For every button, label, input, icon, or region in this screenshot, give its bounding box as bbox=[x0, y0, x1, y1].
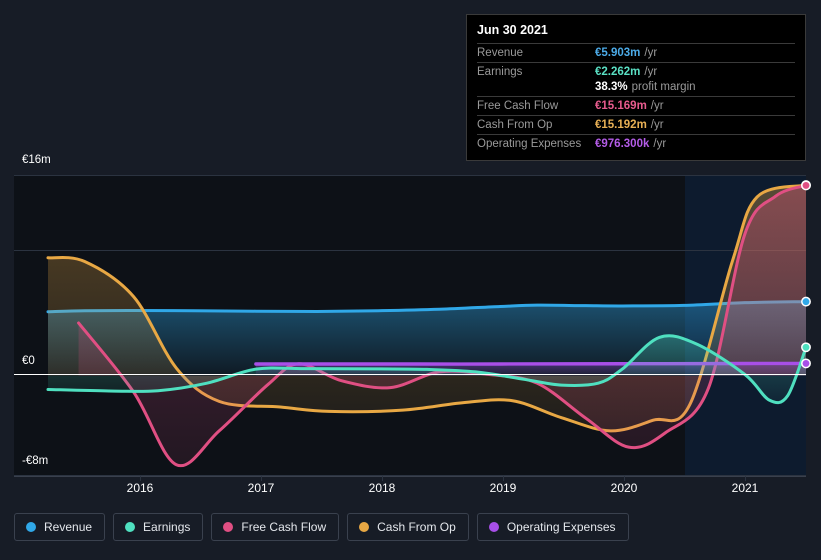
legend-item-revenue[interactable]: Revenue bbox=[14, 513, 106, 541]
chart-plot-area[interactable] bbox=[14, 175, 811, 476]
tooltip-value-profit-margin: 38.3% bbox=[595, 81, 628, 93]
chart-legend: Revenue Earnings Free Cash Flow Cash Fro… bbox=[14, 513, 629, 541]
legend-item-free-cash-flow[interactable]: Free Cash Flow bbox=[211, 513, 340, 541]
tooltip-label-operating-expenses: Operating Expenses bbox=[477, 138, 582, 150]
x-axis-label-2020: 2020 bbox=[610, 481, 638, 495]
endpoint-marker-operating-expenses bbox=[801, 358, 811, 369]
tooltip-row-earnings: Earnings €2.262m /yr bbox=[477, 62, 795, 81]
legend-label-cash-from-op: Cash From Op bbox=[377, 520, 456, 534]
x-axis-tick bbox=[382, 476, 383, 481]
legend-label-free-cash-flow: Free Cash Flow bbox=[241, 520, 327, 534]
y-axis-label-16m: €16m bbox=[22, 154, 51, 166]
tooltip-value-operating-expenses: €976.300k bbox=[595, 138, 650, 150]
legend-dot-icon bbox=[488, 522, 499, 532]
tooltip-unit-revenue: /yr bbox=[644, 47, 658, 59]
x-axis-tick bbox=[745, 476, 746, 481]
y-axis-label-0: €0 bbox=[22, 355, 35, 367]
x-axis-tick bbox=[624, 476, 625, 481]
tooltip-unit-cash-from-op: /yr bbox=[650, 119, 664, 131]
tooltip-value-revenue: €5.903m bbox=[595, 47, 641, 59]
series-tooltip: Jun 30 2021 Revenue €5.903m /yr Earnings… bbox=[466, 14, 806, 161]
legend-item-earnings[interactable]: Earnings bbox=[113, 513, 204, 541]
tooltip-label-free-cash-flow: Free Cash Flow bbox=[477, 100, 559, 112]
x-axis-label-2017: 2017 bbox=[247, 481, 275, 495]
legend-dot-icon bbox=[223, 522, 234, 532]
endpoint-marker-revenue bbox=[801, 296, 811, 307]
tooltip-value-cash-from-op: €15.192m bbox=[595, 119, 647, 131]
y-axis-label-neg8m: -€8m bbox=[22, 455, 49, 467]
tooltip-unit-operating-expenses: /yr bbox=[653, 138, 667, 150]
tooltip-label-earnings: Earnings bbox=[477, 66, 523, 78]
tooltip-unit-free-cash-flow: /yr bbox=[650, 100, 664, 112]
x-axis-label-2021: 2021 bbox=[731, 481, 759, 495]
legend-dot-icon bbox=[359, 522, 370, 532]
legend-label-revenue: Revenue bbox=[44, 520, 93, 534]
tooltip-unit-profit-margin: profit margin bbox=[631, 81, 696, 93]
legend-dot-icon bbox=[26, 522, 36, 532]
tooltip-date: Jun 30 2021 bbox=[477, 23, 548, 37]
x-axis-line bbox=[14, 476, 806, 477]
legend-item-operating-expenses[interactable]: Operating Expenses bbox=[476, 513, 629, 541]
x-axis-tick bbox=[140, 476, 141, 481]
x-axis-tick bbox=[261, 476, 262, 481]
tooltip-row-operating-expenses: Operating Expenses €976.300k /yr bbox=[477, 134, 795, 153]
tooltip-row-profit-margin: 38.3% profit margin bbox=[477, 81, 795, 96]
x-axis-label-2016: 2016 bbox=[126, 481, 154, 495]
x-axis-tick bbox=[503, 476, 504, 481]
x-axis-label-2019: 2019 bbox=[489, 481, 517, 495]
legend-label-earnings: Earnings bbox=[143, 520, 191, 534]
tooltip-label-cash-from-op: Cash From Op bbox=[477, 119, 553, 131]
legend-item-cash-from-op[interactable]: Cash From Op bbox=[347, 513, 469, 541]
tooltip-row-free-cash-flow: Free Cash Flow €15.169m /yr bbox=[477, 96, 795, 115]
x-axis-label-2018: 2018 bbox=[368, 481, 396, 495]
zero-baseline bbox=[14, 374, 806, 375]
financial-chart-widget: €16m €0 -€8m 2016 2017 2018 2019 2020 20… bbox=[0, 0, 821, 560]
chart-series-svg bbox=[46, 180, 811, 468]
endpoint-marker-earnings bbox=[801, 342, 811, 353]
tooltip-row-revenue: Revenue €5.903m /yr bbox=[477, 43, 795, 62]
endpoint-marker-free-cash-flow bbox=[801, 180, 811, 191]
tooltip-label-revenue: Revenue bbox=[477, 47, 524, 59]
tooltip-row-cash-from-op: Cash From Op €15.192m /yr bbox=[477, 115, 795, 134]
legend-label-operating-expenses: Operating Expenses bbox=[506, 520, 616, 534]
tooltip-value-free-cash-flow: €15.169m bbox=[595, 100, 647, 112]
tooltip-unit-earnings: /yr bbox=[644, 66, 658, 78]
tooltip-value-earnings: €2.262m bbox=[595, 66, 641, 78]
legend-dot-icon bbox=[125, 522, 136, 532]
